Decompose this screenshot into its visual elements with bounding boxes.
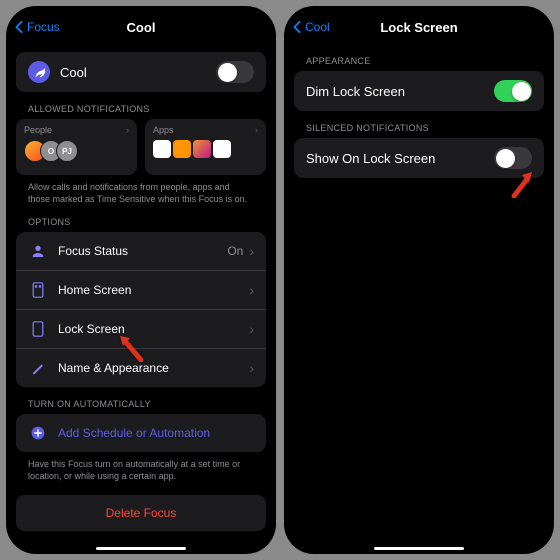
nav-bar: Focus Cool (6, 10, 276, 44)
phone-left: Focus Cool Cool ALLOWED NOTIFICATIONS Pe… (6, 6, 276, 554)
people-label: People (24, 125, 52, 135)
red-arrow-icon (508, 168, 538, 198)
chevron-left-icon (14, 20, 24, 34)
chevron-left-icon (292, 20, 302, 34)
lock-screen-row[interactable]: Lock Screen › (16, 310, 266, 349)
chevron-right-icon: › (249, 360, 254, 376)
focus-name: Cool (60, 65, 87, 80)
home-indicator[interactable] (374, 547, 464, 551)
row-label: Show On Lock Screen (306, 151, 435, 166)
page-title: Cool (127, 20, 156, 35)
add-schedule-label: Add Schedule or Automation (58, 426, 210, 440)
show-toggle[interactable]: .phone:last-child .toggle:not(.on)::afte… (494, 147, 532, 169)
home-screen-row[interactable]: Home Screen › (16, 271, 266, 310)
row-label: Lock Screen (58, 322, 125, 336)
silenced-label: SILENCED NOTIFICATIONS (294, 111, 544, 138)
content: Cool ALLOWED NOTIFICATIONS People› O PJ … (6, 44, 276, 554)
pencil-icon (28, 358, 48, 378)
people-avatars: O PJ (24, 140, 129, 162)
focus-toggle[interactable] (216, 61, 254, 83)
row-value: On (227, 244, 243, 258)
home-indicator[interactable] (96, 547, 186, 551)
row-label: Focus Status (58, 244, 128, 258)
delete-focus-row[interactable]: Delete Focus (16, 495, 266, 531)
leaf-icon (28, 61, 50, 83)
plus-circle-icon (28, 423, 48, 443)
show-on-lock-row[interactable]: Show On Lock Screen .phone:last-child .t… (294, 138, 544, 178)
chevron-right-icon: › (249, 282, 254, 298)
apps-box[interactable]: Apps › ⋮⋮ (145, 119, 266, 175)
person-icon (28, 241, 48, 261)
focus-status-row[interactable]: Focus Status On › (16, 232, 266, 271)
appearance-label: APPEARANCE (294, 44, 544, 71)
chevron-right-icon: › (126, 125, 129, 135)
phone-home-icon (28, 280, 48, 300)
nav-bar: Cool Lock Screen (284, 10, 554, 44)
content: APPEARANCE Dim Lock Screen SILENCED NOTI… (284, 44, 554, 554)
back-label: Cool (305, 20, 330, 34)
options-group: Focus Status On › Home Screen › Lock Scr… (16, 232, 266, 387)
focus-header-row[interactable]: Cool (16, 52, 266, 92)
row-label: Name & Appearance (58, 361, 169, 375)
options-label: OPTIONS (16, 205, 266, 232)
auto-footer: Have this Focus turn on automatically at… (16, 452, 266, 482)
add-schedule-row[interactable]: Add Schedule or Automation (16, 414, 266, 452)
back-button[interactable]: Cool (292, 20, 330, 34)
row-label: Home Screen (58, 283, 131, 297)
name-appearance-row[interactable]: Name & Appearance › (16, 349, 266, 387)
people-box[interactable]: People › O PJ (16, 119, 137, 175)
chevron-right-icon: › (249, 243, 254, 259)
allowed-footer: Allow calls and notifications from peopl… (16, 175, 266, 205)
back-button[interactable]: Focus (14, 20, 60, 34)
delete-label: Delete Focus (106, 506, 177, 520)
phone-right: Cool Lock Screen APPEARANCE Dim Lock Scr… (284, 6, 554, 554)
chevron-right-icon: › (255, 125, 258, 135)
page-title: Lock Screen (380, 20, 457, 35)
phone-lock-icon (28, 319, 48, 339)
chevron-right-icon: › (249, 321, 254, 337)
allowed-label: ALLOWED NOTIFICATIONS (16, 92, 266, 119)
dim-toggle[interactable] (494, 80, 532, 102)
apps-label: Apps (153, 125, 174, 135)
row-label: Dim Lock Screen (306, 84, 405, 99)
back-label: Focus (27, 20, 60, 34)
dim-lock-row[interactable]: Dim Lock Screen (294, 71, 544, 111)
app-icons: ⋮⋮ (153, 140, 258, 158)
auto-label: TURN ON AUTOMATICALLY (16, 387, 266, 414)
